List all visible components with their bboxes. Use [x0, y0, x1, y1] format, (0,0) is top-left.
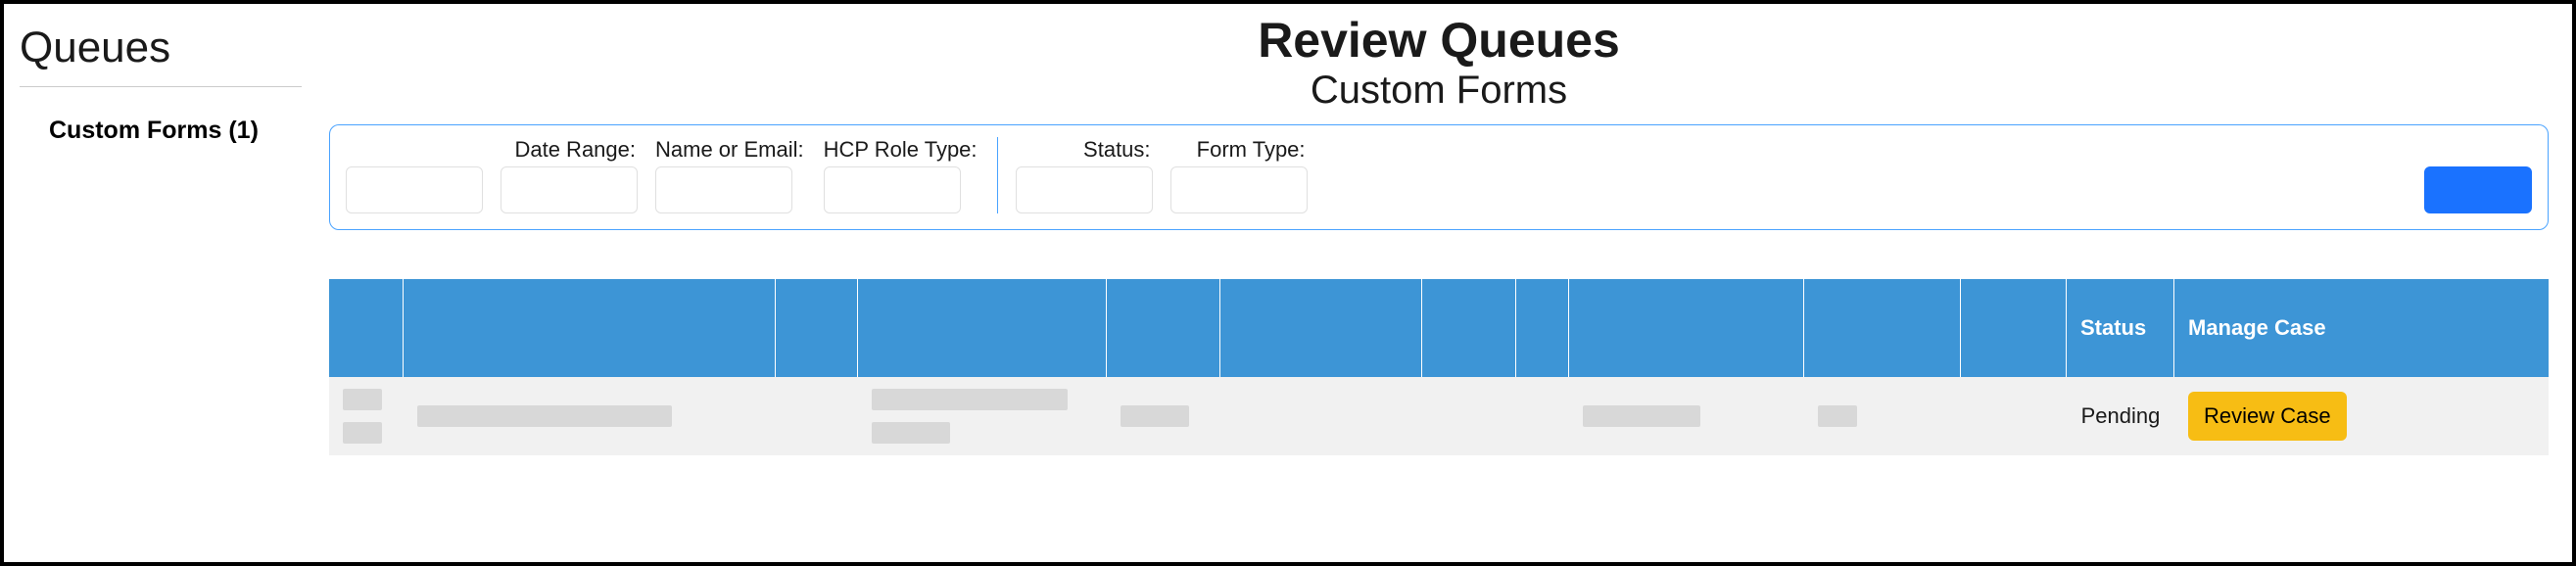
th-col-4: [858, 279, 1107, 377]
filter-group-right: Status: Form Type:: [998, 137, 1308, 213]
th-col-3: [776, 279, 858, 377]
filter-date-to: Date Range:: [501, 137, 638, 213]
th-col-6: [1220, 279, 1422, 377]
td-col-5: [1107, 377, 1220, 455]
sidebar-item-custom-forms[interactable]: Custom Forms (1): [20, 117, 302, 145]
name-email-label: Name or Email:: [655, 137, 806, 163]
date-range-label: Date Range:: [501, 137, 638, 163]
table-header-row: Status Manage Case: [329, 279, 2549, 377]
results-table: Status Manage Case: [329, 279, 2549, 455]
th-col-1: [329, 279, 404, 377]
date-to-input[interactable]: [501, 166, 638, 213]
th-col-8: [1516, 279, 1569, 377]
redacted-value: [1818, 405, 1857, 427]
th-col-9: [1569, 279, 1804, 377]
main-content: Review Queues Custom Forms Date Range: N…: [317, 4, 2572, 562]
filter-status: Status:: [1016, 137, 1153, 213]
redacted-value: [872, 389, 1068, 410]
filter-group-left: Date Range: Name or Email: HCP Role Type…: [346, 137, 998, 213]
th-col-7: [1422, 279, 1516, 377]
th-col-10: [1804, 279, 1961, 377]
hcp-role-input[interactable]: [824, 166, 961, 213]
td-col-1: [329, 377, 404, 455]
td-col-6: [1220, 377, 1422, 455]
redacted-value: [1121, 405, 1189, 427]
td-col-10: [1804, 377, 1961, 455]
table-row: Pending Review Case: [329, 377, 2549, 455]
th-col-11: [1961, 279, 2067, 377]
td-col-9: [1569, 377, 1804, 455]
sidebar-title: Queues: [20, 24, 302, 87]
redacted-value: [1583, 405, 1700, 427]
td-manage-case: Review Case: [2174, 377, 2549, 455]
redacted-value: [872, 422, 950, 444]
filter-panel: Date Range: Name or Email: HCP Role Type…: [329, 124, 2549, 230]
filter-form-type: Form Type:: [1170, 137, 1308, 213]
redacted-value: [343, 389, 382, 410]
status-input[interactable]: [1016, 166, 1153, 213]
hcp-role-label: HCP Role Type:: [824, 137, 979, 163]
page-title: Review Queues: [329, 12, 2549, 69]
td-col-3: [776, 377, 858, 455]
label-spacer: [346, 137, 483, 163]
td-col-11: [1961, 377, 2067, 455]
filter-submit-button[interactable]: [2424, 166, 2532, 213]
th-col-5: [1107, 279, 1220, 377]
sidebar: Queues Custom Forms (1): [4, 4, 317, 562]
redacted-value: [343, 422, 382, 444]
form-type-input[interactable]: [1170, 166, 1308, 213]
name-email-input[interactable]: [655, 166, 792, 213]
td-col-4: [858, 377, 1107, 455]
date-from-input[interactable]: [346, 166, 483, 213]
filter-date-from: [346, 137, 483, 213]
review-case-button[interactable]: Review Case: [2188, 392, 2347, 441]
th-status: Status: [2067, 279, 2174, 377]
th-manage-case: Manage Case: [2174, 279, 2549, 377]
td-col-2: [404, 377, 776, 455]
status-label: Status:: [1016, 137, 1153, 163]
td-status-value: Pending: [2067, 377, 2174, 455]
page-subtitle: Custom Forms: [329, 69, 2549, 113]
td-col-8: [1516, 377, 1569, 455]
th-col-2: [404, 279, 776, 377]
filter-name-email: Name or Email:: [655, 137, 806, 213]
form-type-label: Form Type:: [1170, 137, 1308, 163]
td-col-7: [1422, 377, 1516, 455]
redacted-value: [417, 405, 672, 427]
filter-hcp-role: HCP Role Type:: [824, 137, 979, 213]
